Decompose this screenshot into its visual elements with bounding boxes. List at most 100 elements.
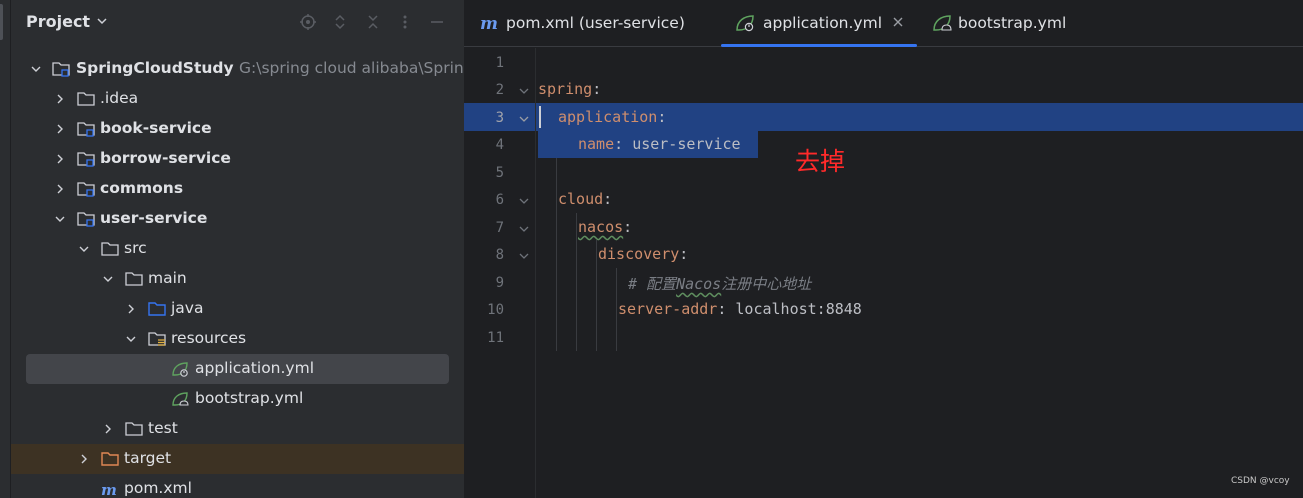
yaml-value: localhost:8848 bbox=[735, 300, 862, 318]
panel-title[interactable]: Project bbox=[26, 12, 90, 31]
tree-item-label: pom.xml bbox=[124, 479, 192, 497]
source-folder-icon bbox=[148, 302, 166, 316]
annotation-text: 去掉 bbox=[795, 147, 846, 176]
line-number: 8 bbox=[495, 247, 504, 263]
yaml-colon: : bbox=[657, 108, 667, 126]
close-icon[interactable] bbox=[891, 15, 905, 29]
svg-text:m: m bbox=[480, 14, 498, 32]
fold-icon[interactable] bbox=[518, 196, 530, 206]
tree-item-book-service[interactable]: book-service bbox=[11, 114, 464, 144]
tree-item-label: src bbox=[124, 239, 147, 257]
line-number: 7 bbox=[495, 220, 504, 236]
yaml-key: name bbox=[578, 135, 615, 153]
module-folder-icon bbox=[77, 152, 95, 167]
maven-icon: m bbox=[101, 481, 117, 497]
tree-item-java[interactable]: java bbox=[11, 294, 464, 324]
hide-panel-icon[interactable] bbox=[428, 13, 446, 31]
tree-item-label: borrow-service bbox=[100, 149, 231, 167]
yaml-key: discovery bbox=[598, 245, 680, 263]
chevron-down-icon[interactable] bbox=[102, 273, 114, 285]
yaml-key: cloud bbox=[558, 190, 604, 208]
yaml-key: server-addr bbox=[618, 300, 718, 318]
line-number: 1 bbox=[495, 55, 504, 71]
tree-item-label: commons bbox=[100, 179, 184, 197]
fold-icon[interactable] bbox=[518, 86, 530, 96]
module-folder-icon bbox=[52, 62, 70, 77]
yaml-colon: : bbox=[679, 245, 689, 263]
tree-item-root[interactable]: SpringCloudStudy G:\spring cloud alibaba… bbox=[11, 54, 464, 84]
module-folder-icon bbox=[77, 182, 95, 197]
fold-icon[interactable] bbox=[518, 224, 530, 234]
chevron-down-icon[interactable] bbox=[95, 14, 109, 28]
spring-yml-icon bbox=[172, 362, 188, 377]
watermark: CSDN @vcoy bbox=[1231, 476, 1290, 486]
yaml-comment: Nacos bbox=[676, 275, 722, 293]
chevron-right-icon[interactable] bbox=[54, 183, 66, 195]
tree-item-target[interactable]: target bbox=[11, 444, 464, 474]
chevron-right-icon[interactable] bbox=[54, 123, 66, 135]
chevron-down-icon[interactable] bbox=[78, 243, 90, 255]
tree-item-user-service[interactable]: user-service bbox=[11, 204, 464, 234]
chevron-down-icon[interactable] bbox=[54, 213, 66, 225]
expand-all-icon[interactable] bbox=[331, 13, 349, 31]
tree-item-idea[interactable]: .idea bbox=[11, 84, 464, 114]
tree-item-bootstrap-yml[interactable]: bootstrap.yml bbox=[11, 384, 464, 414]
fold-icon[interactable] bbox=[518, 251, 530, 261]
chevron-right-icon[interactable] bbox=[78, 453, 90, 465]
code-line: # 配置Nacos注册中心地址 bbox=[628, 273, 811, 300]
more-options-icon[interactable] bbox=[396, 13, 414, 31]
tree-item-label: SpringCloudStudy bbox=[76, 59, 234, 77]
chevron-right-icon[interactable] bbox=[102, 423, 114, 435]
active-tab-indicator bbox=[721, 44, 917, 47]
yaml-colon: : bbox=[592, 80, 602, 98]
tree-item-test[interactable]: test bbox=[11, 414, 464, 444]
tab-label: bootstrap.yml bbox=[958, 14, 1067, 32]
tab-application-yml[interactable]: application.yml bbox=[721, 0, 917, 47]
root-path: G:\spring cloud alibaba\Sprin bbox=[239, 59, 464, 77]
fold-icon[interactable] bbox=[518, 114, 530, 124]
tab-bootstrap-yml[interactable]: bootstrap.yml bbox=[930, 0, 1090, 47]
chevron-down-icon[interactable] bbox=[30, 63, 42, 75]
folder-icon bbox=[125, 422, 143, 436]
tree-item-main[interactable]: main bbox=[11, 264, 464, 294]
code-area[interactable]: spring: application: name: user-service … bbox=[538, 48, 1303, 498]
tree-item-resources[interactable]: resources bbox=[11, 324, 464, 354]
tree-item-label: book-service bbox=[100, 119, 212, 137]
folder-icon bbox=[101, 242, 119, 256]
line-number: 5 bbox=[495, 165, 504, 181]
tree-item-label: test bbox=[148, 419, 178, 437]
line-number: 11 bbox=[487, 330, 504, 346]
chevron-down-icon[interactable] bbox=[125, 333, 137, 345]
excluded-folder-icon bbox=[101, 452, 119, 466]
tab-label: pom.xml (user-service) bbox=[506, 14, 685, 32]
tree-item-src[interactable]: src bbox=[11, 234, 464, 264]
tab-bar: m pom.xml (user-service) application.yml… bbox=[464, 0, 1303, 47]
tree-item-commons[interactable]: commons bbox=[11, 174, 464, 204]
tree-item-pom-xml[interactable]: m pom.xml bbox=[11, 474, 464, 498]
tab-pom-xml[interactable]: m pom.xml (user-service) bbox=[478, 0, 708, 47]
module-folder-icon bbox=[77, 212, 95, 227]
resources-folder-icon bbox=[148, 332, 166, 346]
tree-item-label: .idea bbox=[100, 89, 139, 107]
yaml-key: spring bbox=[538, 80, 593, 98]
strip-indicator bbox=[0, 4, 3, 40]
code-line: application: bbox=[558, 108, 666, 135]
locate-icon[interactable] bbox=[299, 13, 317, 31]
tree-item-application-yml[interactable]: application.yml bbox=[26, 354, 449, 384]
line-number: 4 bbox=[495, 137, 504, 153]
line-number: 2 bbox=[495, 82, 504, 98]
tree-item-borrow-service[interactable]: borrow-service bbox=[11, 144, 464, 174]
yaml-comment: 注册中心地址 bbox=[721, 275, 812, 293]
yaml-value: user-service bbox=[632, 135, 741, 153]
chevron-right-icon[interactable] bbox=[54, 93, 66, 105]
spring-yml-icon bbox=[736, 15, 754, 32]
chevron-right-icon[interactable] bbox=[125, 303, 137, 315]
chevron-right-icon[interactable] bbox=[54, 153, 66, 165]
code-line: server-addr: localhost:8848 bbox=[618, 300, 862, 327]
tree-item-label: main bbox=[148, 269, 187, 287]
code-line: spring: bbox=[538, 80, 601, 107]
collapse-all-icon[interactable] bbox=[364, 13, 382, 31]
yaml-colon: : bbox=[623, 218, 633, 236]
folder-icon bbox=[77, 92, 95, 106]
tree-item-label: resources bbox=[171, 329, 247, 347]
